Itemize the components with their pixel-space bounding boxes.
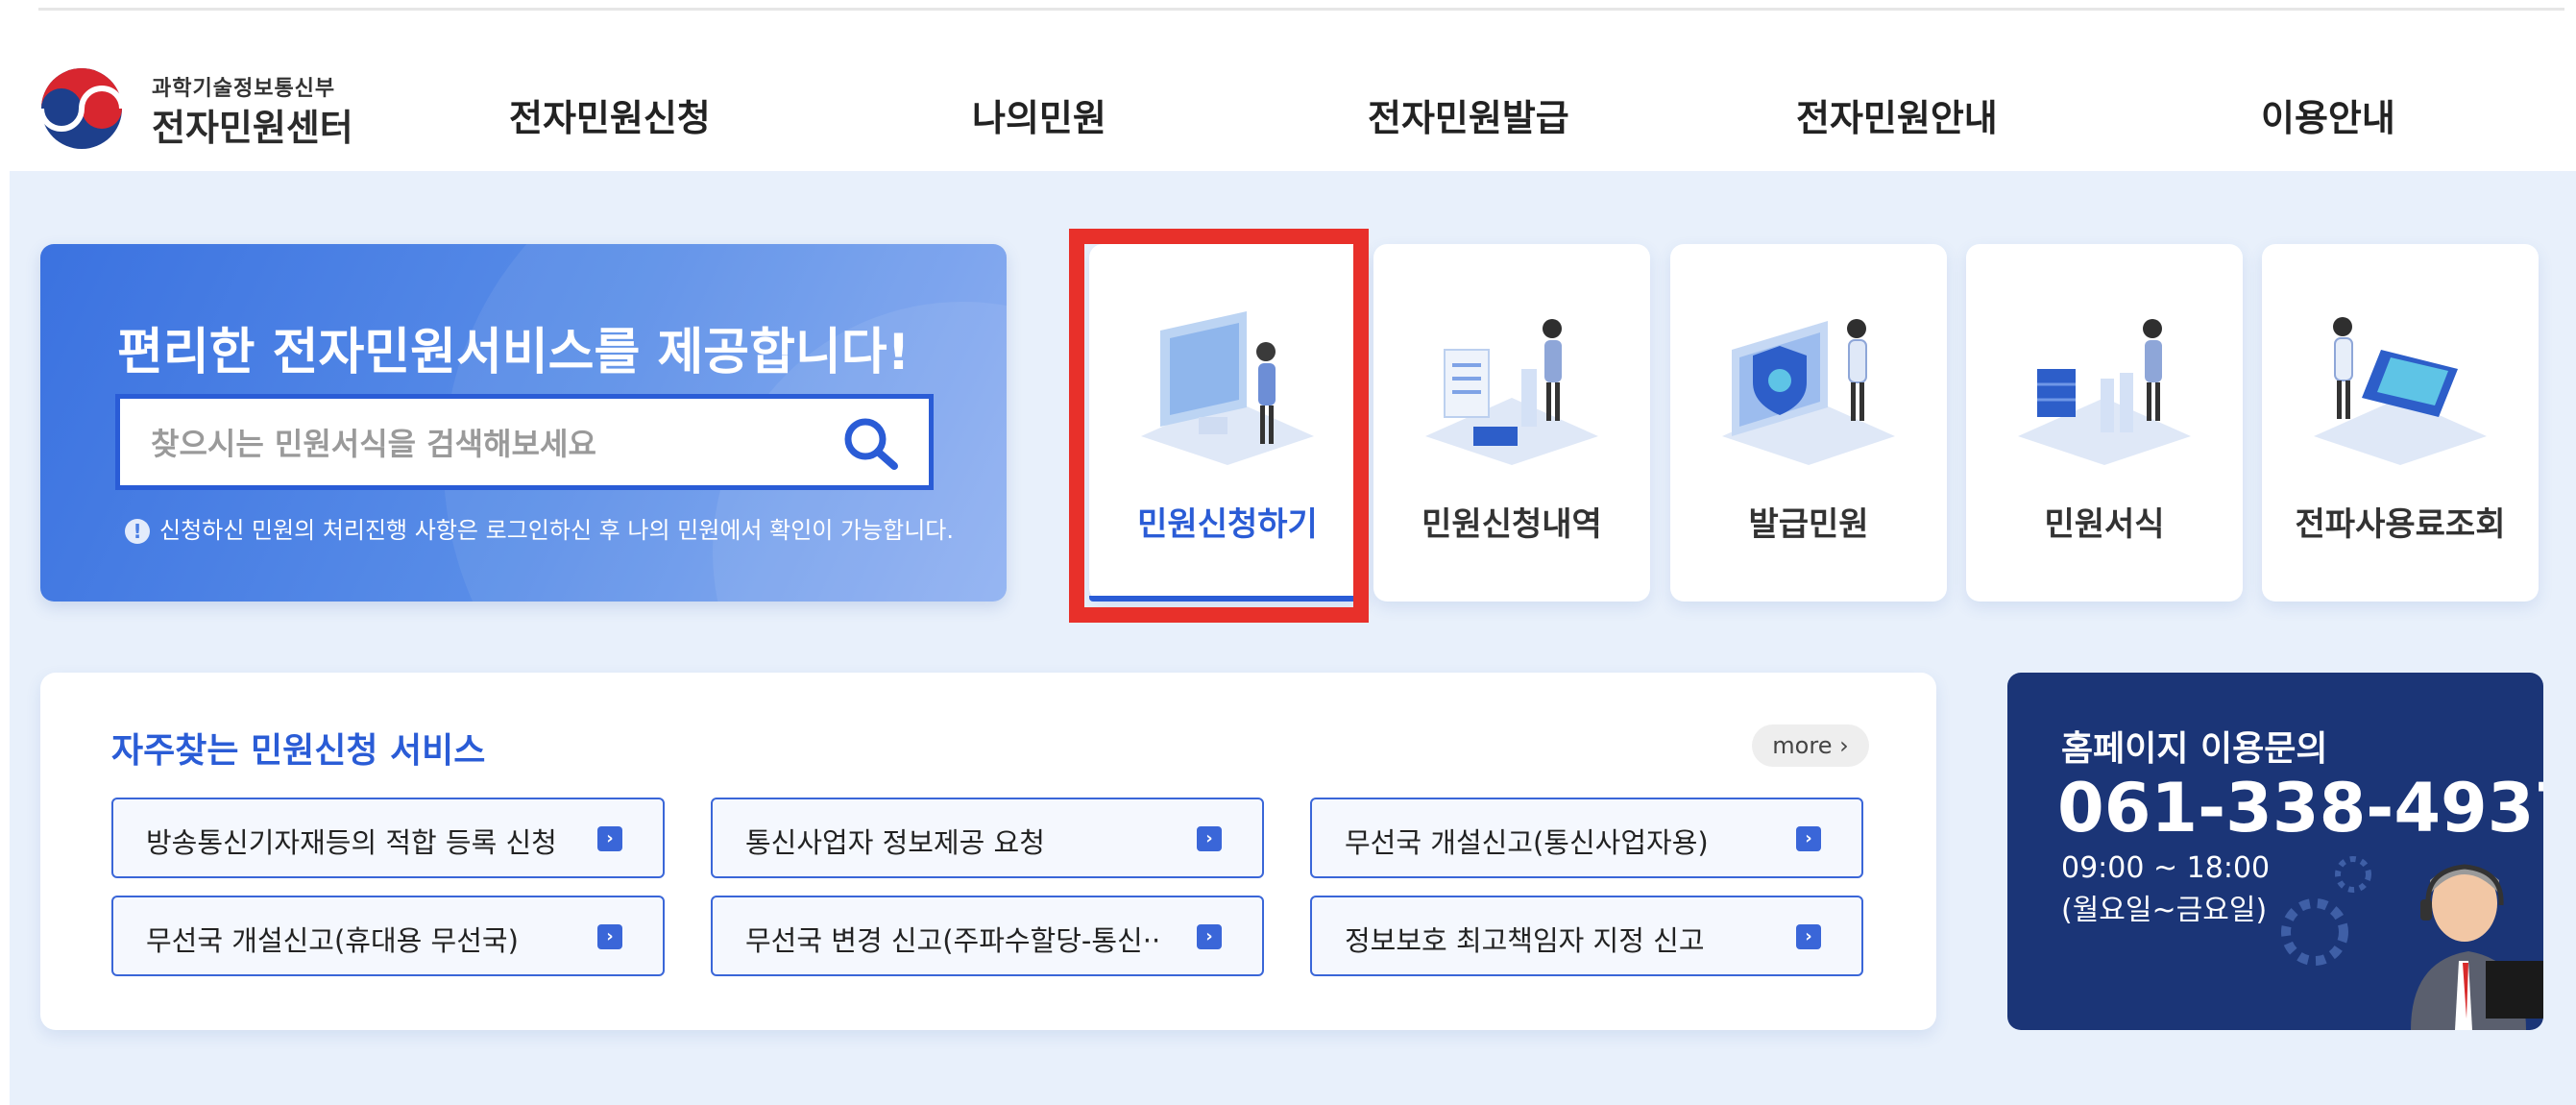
service-label: 민원신청내역 — [1422, 505, 1602, 544]
quick-item[interactable]: 무선국 개설신고(통신사업자용) › — [1310, 798, 1863, 878]
search-input[interactable] — [149, 420, 806, 468]
taegeuk-emblem-icon — [38, 68, 125, 149]
nav-my-requests[interactable]: 나의민원 — [972, 88, 1106, 141]
info-icon: ! — [125, 519, 150, 544]
quick-item-label: 무선국 개설신고(통신사업자용) — [1345, 826, 1709, 859]
calculator-icon — [2314, 317, 2487, 465]
quick-item[interactable]: 통신사업자 정보제공 요청 › — [711, 798, 1264, 878]
search-box — [115, 394, 934, 490]
hero-note: ! 신청하신 민원의 처리진행 사항은 로그인하신 후 나의 민원에서 확인이 가… — [125, 511, 954, 545]
quick-item-label: 통신사업자 정보제공 요청 — [745, 826, 1045, 859]
nav-usage-info[interactable]: 이용안내 — [2261, 88, 2395, 141]
quick-item-label: 무선국 변경 신고(주파수할당-통신·· — [745, 924, 1161, 957]
quick-item-label: 방송통신기자재등의 적합 등록 신청 — [146, 826, 557, 859]
service-forms-tile[interactable]: 민원서식 — [1966, 244, 2243, 602]
chevron-right-icon: › — [1197, 924, 1222, 949]
contact-hours: 09:00 ~ 18:00 — [2061, 851, 2271, 885]
chevron-right-icon: › — [1796, 924, 1821, 949]
application-icon — [1141, 311, 1314, 465]
site-logo[interactable]: 과학기술정보통신부 전자민원센터 — [38, 58, 355, 150]
hero-title: 편리한 전자민원서비스를 제공합니다! — [117, 324, 911, 381]
shield-icon — [1722, 319, 1895, 465]
service-apply-tile[interactable]: 민원신청하기 — [1089, 244, 1366, 602]
nav-issuance[interactable]: 전자민원발급 — [1368, 88, 1569, 141]
contact-days: (월요일~금요일) — [2061, 894, 2268, 927]
site-header: 과학기술정보통신부 전자민원센터 전자민원신청 나의민원 전자민원발급 전자민원… — [10, 12, 2576, 171]
nav-apply[interactable]: 전자민원신청 — [509, 88, 711, 141]
search-icon[interactable] — [840, 414, 902, 472]
chevron-right-icon: › — [597, 924, 622, 949]
quick-item-label: 정보보호 최고책임자 지정 신고 — [1345, 924, 1705, 957]
quick-services-title: 자주찾는 민원신청 서비스 — [111, 731, 486, 771]
quick-item[interactable]: 정보보호 최고책임자 지정 신고 › — [1310, 896, 1863, 976]
center-name: 전자민원센터 — [152, 107, 353, 149]
quick-item[interactable]: 무선국 개설신고(휴대용 무선국) › — [111, 896, 665, 976]
top-divider — [38, 8, 2564, 11]
more-button[interactable]: more › — [1752, 724, 1869, 767]
service-label: 민원신청하기 — [1137, 505, 1318, 544]
hero-search-card: 편리한 전자민원서비스를 제공합니다! ! 신청하신 민원의 처리진행 사항은 로… — [40, 244, 1007, 602]
contact-phone: 061-338-4937 — [2057, 769, 2543, 847]
nav-guide[interactable]: 전자민원안내 — [1796, 88, 1998, 141]
form-icon — [2018, 319, 2191, 465]
hero-note-text: 신청하신 민원의 처리진행 사항은 로그인하신 후 나의 민원에서 확인이 가능… — [159, 517, 955, 544]
quick-item-label: 무선국 개설신고(휴대용 무선국) — [146, 924, 519, 957]
service-fee-tile[interactable]: 전파사용료조회 — [2262, 244, 2539, 602]
service-label: 전파사용료조회 — [2295, 505, 2506, 544]
service-history-tile[interactable]: 민원신청내역 — [1373, 244, 1650, 602]
service-label: 민원서식 — [2044, 505, 2165, 544]
quick-item[interactable]: 방송통신기자재등의 적합 등록 신청 › — [111, 798, 665, 878]
quick-item[interactable]: 무선국 변경 신고(주파수할당-통신·· › — [711, 896, 1264, 976]
chevron-right-icon: › — [597, 826, 622, 851]
contact-card: 홈페이지 이용문의 061-338-4937 09:00 ~ 18:00 (월요… — [2007, 673, 2543, 1030]
service-issuance-tile[interactable]: 발급민원 — [1670, 244, 1947, 602]
chevron-right-icon: › — [1197, 826, 1222, 851]
chevron-right-icon: › — [1796, 826, 1821, 851]
contact-title: 홈페이지 이용문의 — [2061, 729, 2328, 769]
support-agent-icon — [2281, 856, 2543, 1030]
more-label: more — [1772, 732, 1833, 759]
quick-services-card: 자주찾는 민원신청 서비스 more › 방송통신기자재등의 적합 등록 신청 … — [40, 673, 1936, 1030]
service-label: 발급민원 — [1748, 505, 1869, 544]
history-icon — [1425, 319, 1598, 465]
